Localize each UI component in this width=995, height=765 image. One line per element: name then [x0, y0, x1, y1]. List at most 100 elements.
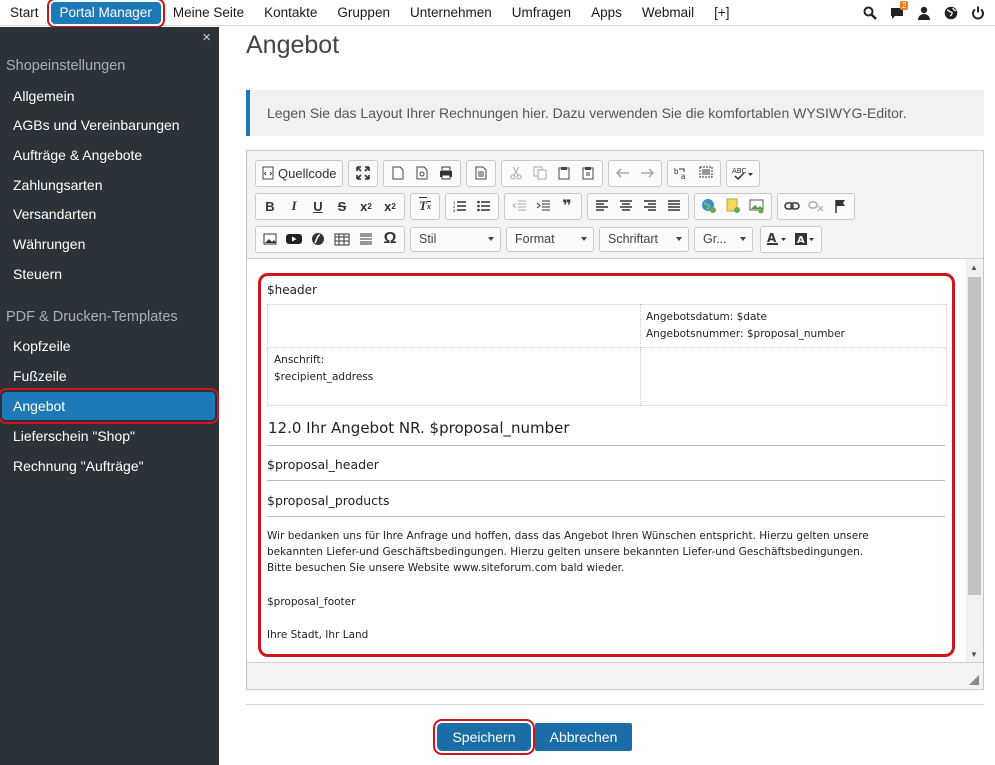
sidebar-item-zahlungsarten[interactable]: Zahlungsarten — [0, 171, 219, 199]
chat-icon[interactable]: 2 — [890, 0, 909, 20]
paste-word-icon[interactable] — [576, 162, 600, 185]
print-icon[interactable] — [434, 162, 458, 185]
copy-icon[interactable] — [528, 162, 552, 185]
scrollbar-thumb[interactable] — [968, 277, 981, 595]
flash-icon[interactable] — [306, 228, 330, 251]
size-dropdown[interactable]: Gr... — [694, 226, 753, 252]
sidebar-item-lieferschein[interactable]: Lieferschein "Shop" — [0, 422, 219, 450]
link-icon[interactable] — [780, 195, 804, 218]
format-dropdown-label: Format — [515, 232, 555, 246]
spellcheck-icon[interactable]: ABC — [729, 162, 757, 185]
bullet-list-icon[interactable] — [472, 195, 496, 218]
scroll-up-icon[interactable]: ▲ — [970, 263, 978, 272]
align-justify-icon[interactable] — [662, 195, 686, 218]
select-all-icon[interactable] — [694, 162, 718, 185]
align-left-icon[interactable] — [590, 195, 614, 218]
nav-umfragen[interactable]: Umfragen — [502, 0, 581, 26]
maximize-icon[interactable] — [351, 162, 375, 185]
proposal-footer-variable: $proposal_footer — [267, 596, 356, 608]
nav-portal-manager[interactable]: Portal Manager — [50, 1, 161, 24]
insert-image-icon[interactable] — [745, 195, 769, 218]
address-table: Angebotsdatum: $date Angebotsnummer: $pr… — [267, 304, 947, 406]
proposal-heading: 12.0 Ihr Angebot NR. $proposal_number — [268, 419, 570, 437]
youtube-icon[interactable] — [282, 228, 306, 251]
style-dropdown[interactable]: Stil — [410, 226, 501, 252]
close-sidebar-icon[interactable]: × — [202, 29, 211, 46]
subscript-icon[interactable]: x2 — [354, 195, 378, 218]
sidebar-item-agbs[interactable]: AGBs und Vereinbarungen — [0, 111, 219, 139]
underline-icon[interactable]: U — [306, 195, 330, 218]
numbered-list-icon[interactable]: 123 — [448, 195, 472, 218]
nav-meine-seite[interactable]: Meine Seite — [163, 0, 254, 26]
chevron-down-icon — [488, 237, 494, 241]
save-button[interactable]: Speichern — [437, 723, 531, 751]
table-icon[interactable] — [330, 228, 354, 251]
table-cell-date[interactable]: Angebotsdatum: $date Angebotsnummer: $pr… — [640, 304, 947, 348]
redo-icon[interactable] — [635, 162, 659, 185]
bold-icon[interactable]: B — [258, 195, 282, 218]
sidebar-item-auftraege[interactable]: Aufträge & Angebote — [0, 141, 219, 169]
table-cell-empty[interactable] — [267, 304, 641, 348]
background-color-icon[interactable]: A — [791, 228, 819, 251]
text-color-icon[interactable]: A — [763, 228, 791, 251]
anchor-flag-icon[interactable] — [828, 195, 852, 218]
cancel-button[interactable]: Abbrechen — [535, 723, 632, 751]
sidebar-item-angebot[interactable]: Angebot — [2, 392, 215, 420]
user-icon[interactable] — [917, 6, 931, 20]
align-center-icon[interactable] — [614, 195, 638, 218]
sidebar-item-kopfzeile[interactable]: Kopfzeile — [0, 332, 219, 360]
find-replace-icon[interactable]: ba — [670, 162, 694, 185]
source-code-label: Quellcode — [278, 165, 337, 181]
search-icon[interactable] — [863, 6, 877, 20]
table-cell-empty[interactable] — [640, 347, 947, 406]
sidebar-item-versandarten[interactable]: Versandarten — [0, 200, 219, 228]
svg-text:A: A — [797, 235, 805, 246]
nav-kontakte[interactable]: Kontakte — [254, 0, 327, 26]
image-icon[interactable] — [258, 228, 282, 251]
globe-icon[interactable] — [944, 6, 958, 20]
insert-link-globe-icon[interactable] — [697, 195, 721, 218]
table-cell-address[interactable]: Anschrift: $recipient_address — [267, 347, 641, 406]
templates-icon[interactable] — [469, 162, 493, 185]
editor-content[interactable]: $header Angebotsdatum: $date Angebotsnum… — [247, 259, 983, 663]
horizontal-line-icon[interactable] — [354, 228, 378, 251]
nav-more[interactable]: [+] — [704, 0, 739, 26]
cut-icon[interactable] — [504, 162, 528, 185]
editor-scrollbar[interactable]: ▲ ▼ — [966, 259, 983, 662]
format-dropdown[interactable]: Format — [506, 226, 594, 252]
thanks-line-1: Wir bedanken uns für Ihre Anfrage und ho… — [267, 530, 869, 542]
sidebar-item-steuern[interactable]: Steuern — [0, 260, 219, 288]
address-label: Anschrift: — [274, 354, 325, 366]
nav-gruppen[interactable]: Gruppen — [327, 0, 400, 26]
nav-apps[interactable]: Apps — [581, 0, 632, 26]
nav-start[interactable]: Start — [0, 0, 49, 26]
align-right-icon[interactable] — [638, 195, 662, 218]
remove-format-icon[interactable]: Tx — [413, 195, 437, 218]
nav-webmail[interactable]: Webmail — [632, 0, 704, 26]
blockquote-icon[interactable]: ❞ — [555, 195, 579, 218]
indent-icon[interactable] — [531, 195, 555, 218]
unlink-icon[interactable] — [804, 195, 828, 218]
svg-text:a: a — [681, 172, 686, 180]
sidebar-item-allgemein[interactable]: Allgemein — [0, 82, 219, 110]
nav-unternehmen[interactable]: Unternehmen — [400, 0, 502, 26]
strikethrough-icon[interactable]: S — [330, 195, 354, 218]
paste-icon[interactable] — [552, 162, 576, 185]
sidebar-item-rechnung[interactable]: Rechnung "Aufträge" — [0, 452, 219, 480]
scroll-down-icon[interactable]: ▼ — [970, 650, 978, 659]
divider — [267, 445, 945, 446]
special-char-icon[interactable]: Ω — [378, 228, 402, 251]
power-icon[interactable] — [971, 6, 985, 20]
new-page-icon[interactable] — [386, 162, 410, 185]
preview-icon[interactable] — [410, 162, 434, 185]
sidebar-item-waehrungen[interactable]: Währungen — [0, 230, 219, 258]
undo-icon[interactable] — [611, 162, 635, 185]
italic-icon[interactable]: I — [282, 195, 306, 218]
insert-file-icon[interactable] — [721, 195, 745, 218]
resize-handle-icon[interactable] — [969, 675, 979, 685]
source-code-button[interactable]: Quellcode — [258, 162, 340, 185]
outdent-icon[interactable] — [507, 195, 531, 218]
sidebar-item-fusszeile[interactable]: Fußzeile — [0, 362, 219, 390]
superscript-icon[interactable]: x2 — [378, 195, 402, 218]
font-dropdown[interactable]: Schriftart — [599, 226, 689, 252]
